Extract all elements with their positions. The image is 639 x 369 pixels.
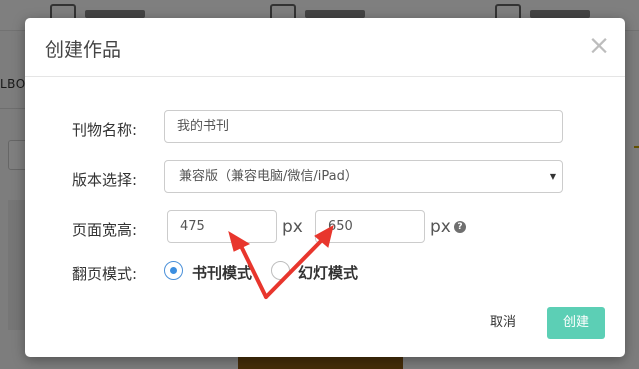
cancel-button[interactable]: 取消 [481, 308, 525, 338]
height-unit: px [430, 217, 451, 237]
page-mode-label: 翻页模式: [72, 265, 138, 283]
create-button[interactable]: 创建 [547, 307, 605, 339]
page-width-input[interactable]: 475 [167, 210, 277, 243]
version-label: 版本选择: [72, 171, 138, 189]
help-icon[interactable]: ? [454, 221, 466, 233]
slide-mode-label[interactable]: 幻灯模式 [298, 262, 358, 283]
dialog-title: 创建作品 [45, 39, 122, 61]
close-icon[interactable]: × [587, 32, 611, 60]
name-label: 刊物名称: [72, 121, 138, 139]
create-work-dialog: 创建作品 × 刊物名称: 我的书刊 版本选择: 兼容版（兼容电脑/微信/iPad… [25, 18, 625, 357]
version-select[interactable]: 兼容版（兼容电脑/微信/iPad） ▼ [164, 160, 563, 193]
publication-name-input[interactable]: 我的书刊 [164, 110, 563, 143]
book-mode-radio[interactable] [164, 261, 183, 280]
slide-mode-radio[interactable] [271, 261, 290, 280]
book-mode-label[interactable]: 书刊模式 [192, 262, 252, 283]
caret-down-icon: ▼ [549, 172, 556, 181]
dialog-header: 创建作品 × [25, 18, 625, 77]
width-unit: px [282, 217, 303, 237]
size-label: 页面宽高: [72, 221, 138, 239]
page-height-input[interactable]: 650 [315, 210, 425, 243]
version-select-value: 兼容版（兼容电脑/微信/iPad） [179, 169, 358, 184]
